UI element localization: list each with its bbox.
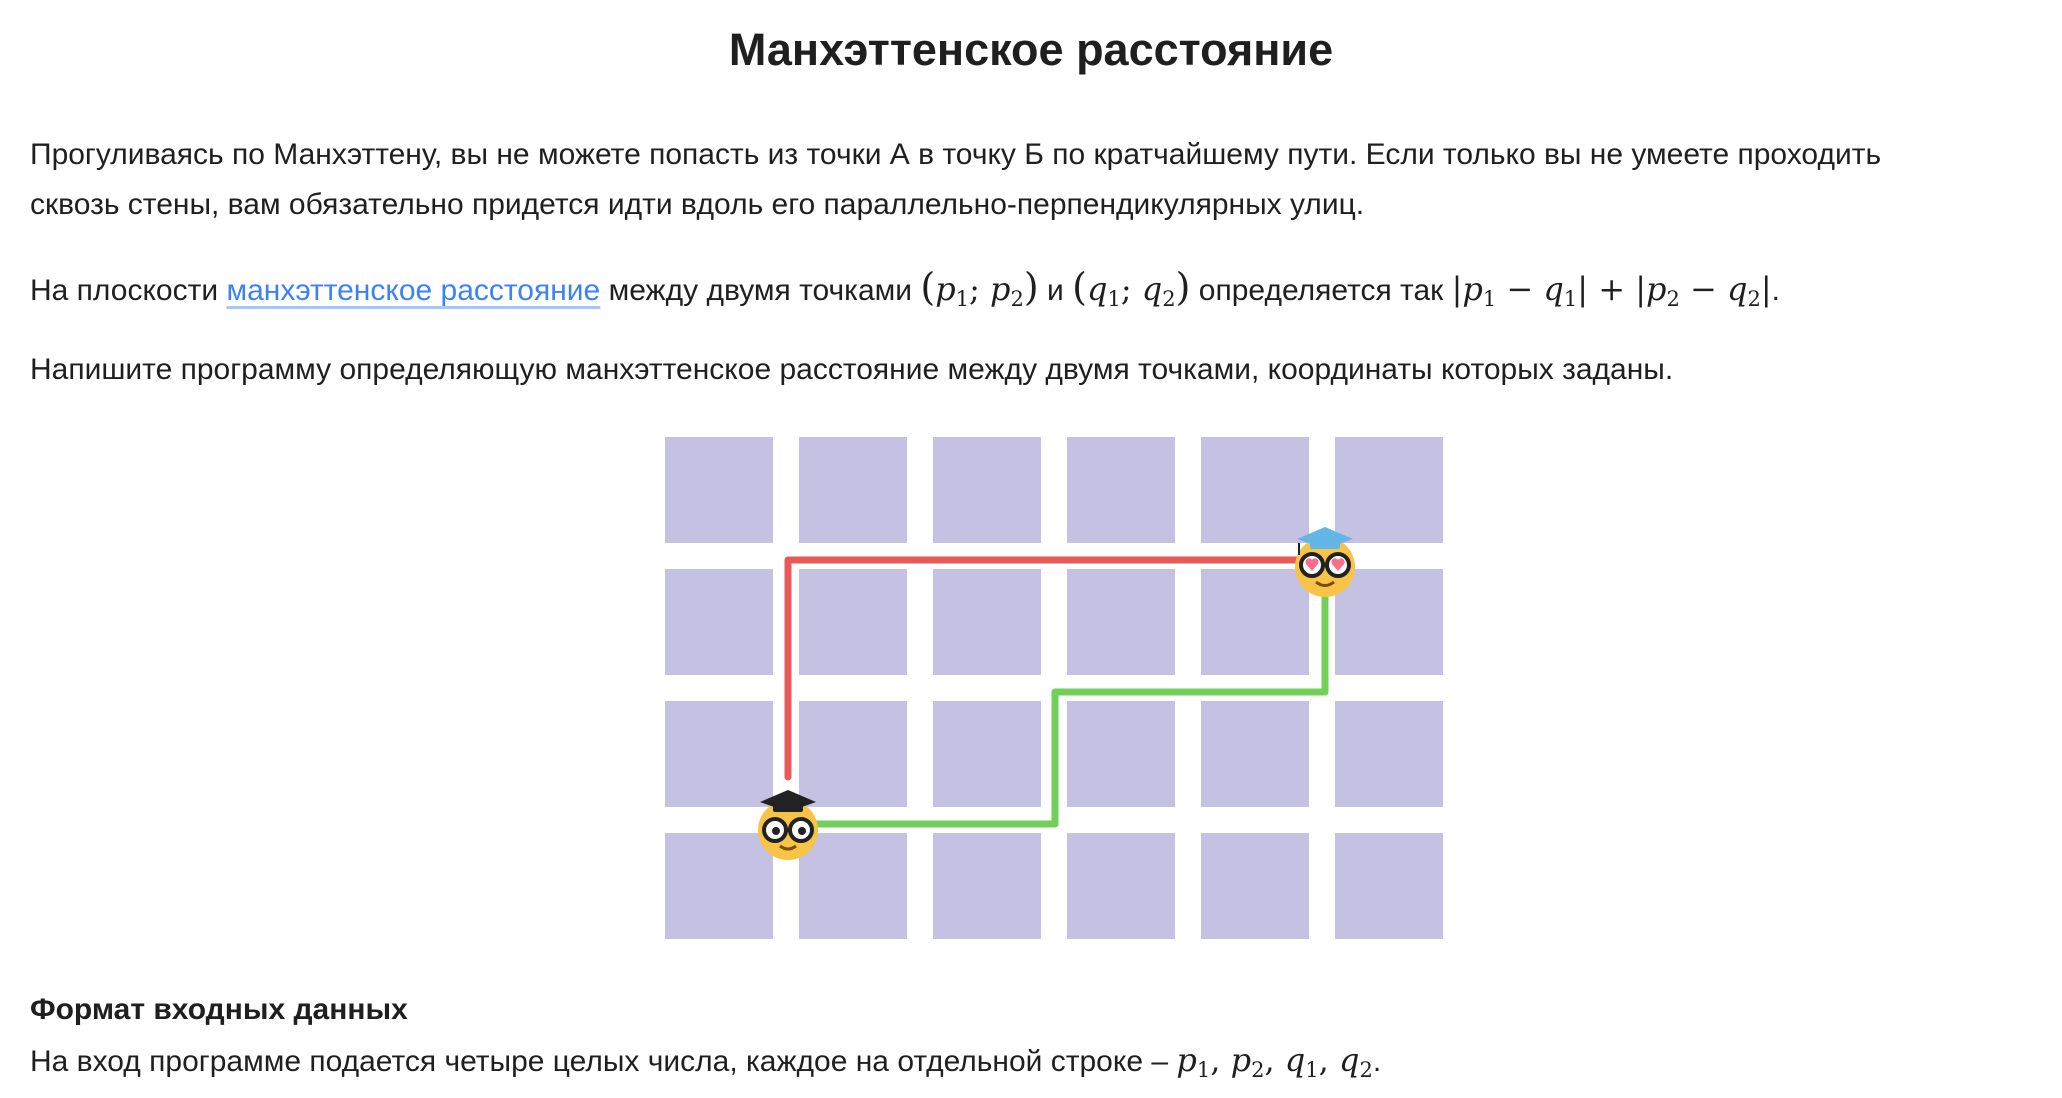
input-format-text: На вход программе подается четыре целых …	[30, 1041, 1382, 1082]
city-block	[665, 833, 773, 939]
manhattan-distance-link[interactable]: манхэттенское расстояние	[226, 274, 600, 307]
city-block	[1335, 701, 1443, 807]
city-block	[933, 833, 1041, 939]
definition-text-defined: определяется так	[1190, 274, 1452, 307]
city-block	[665, 701, 773, 807]
definition-text-start: На плоскости	[30, 274, 227, 307]
city-block	[1201, 569, 1309, 675]
point-p-formula: (p1; p2)	[920, 265, 1039, 311]
task-paragraph: Напишите программу определяющую манхэтте…	[30, 353, 1674, 386]
city-block	[1201, 833, 1309, 939]
city-block	[1335, 437, 1443, 543]
definition-paragraph: На плоскости манхэттенское расстояние ме…	[30, 262, 2040, 316]
city-block	[799, 701, 907, 807]
city-block	[933, 437, 1041, 543]
city-block	[1067, 569, 1175, 675]
intro-line-2: сквозь стены, вам обязательно придется и…	[30, 188, 1365, 221]
city-block	[799, 437, 907, 543]
intro-paragraph: Прогуливаясь по Манхэттену, вы не можете…	[30, 130, 2040, 230]
point-q-formula: (q1; q2)	[1072, 265, 1191, 311]
student-emoji-icon	[758, 790, 818, 860]
heart-eyes-student-emoji-icon	[1295, 527, 1355, 597]
city-block	[1335, 569, 1443, 675]
city-block	[1335, 833, 1443, 939]
city-block	[799, 833, 907, 939]
definition-end: .	[1771, 274, 1780, 307]
page-title: Манхэттенское расстояние	[728, 24, 1334, 75]
city-block	[1201, 437, 1309, 543]
city-block	[1067, 833, 1175, 939]
input-format-heading: Формат входных данных	[30, 993, 408, 1026]
city-block	[665, 569, 773, 675]
manhattan-grid-illustration	[665, 437, 1443, 939]
distance-formula: |p1 − q1| + |p2 − q2|	[1451, 270, 1772, 311]
city-block	[799, 569, 907, 675]
city-block	[933, 569, 1041, 675]
intro-line-1: Прогуливаясь по Манхэттену, вы не можете…	[30, 138, 1882, 171]
city-block	[1201, 701, 1309, 807]
definition-text-between: между двумя точками	[600, 274, 921, 307]
city-block	[1067, 701, 1175, 807]
definition-and: и	[1038, 274, 1073, 307]
city-block	[665, 437, 773, 543]
city-block	[1067, 437, 1175, 543]
input-variables-formula: p1, p2, q1, q2	[1176, 1041, 1373, 1082]
city-block	[933, 701, 1041, 807]
